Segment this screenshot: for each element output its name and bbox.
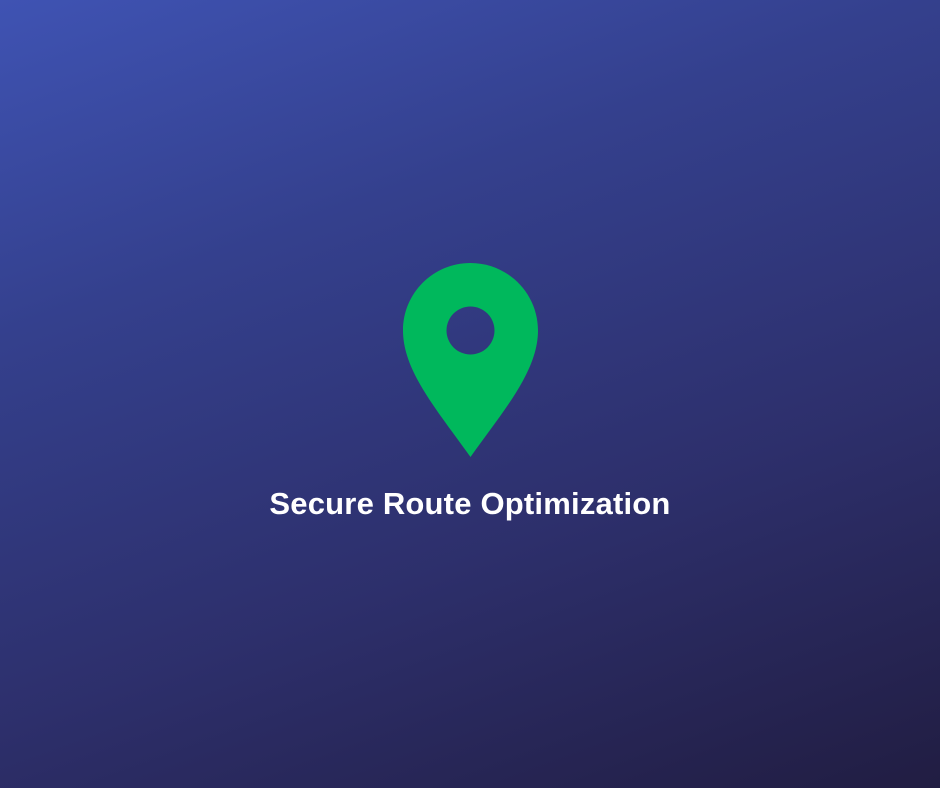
- banner: Secure Route Optimization: [0, 0, 940, 788]
- pin-shape: [403, 263, 538, 457]
- page-title: Secure Route Optimization: [269, 486, 671, 521]
- location-pin-icon: [403, 263, 538, 457]
